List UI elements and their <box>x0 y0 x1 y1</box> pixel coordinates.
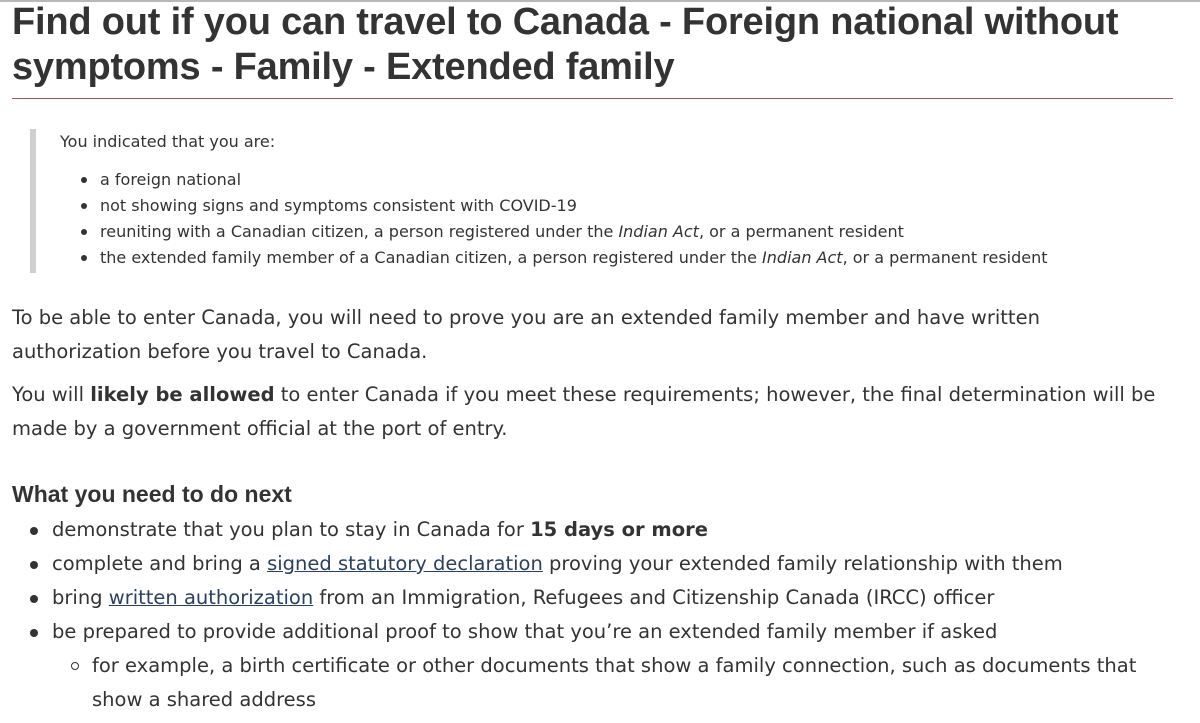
answers-summary: You indicated that you are: a foreign na… <box>30 129 1172 273</box>
act-name: Indian Act <box>762 248 843 267</box>
act-name: Indian Act <box>618 222 699 241</box>
next-step-item: be prepared to provide additional proof … <box>30 615 1172 717</box>
summary-item: reuniting with a Canadian citizen, a per… <box>81 219 1172 245</box>
likely-allowed-emphasis: likely be allowed <box>90 383 275 406</box>
summary-list: a foreign national not showing signs and… <box>60 167 1172 271</box>
determination-paragraph: You will likely be allowed to enter Cana… <box>12 383 1156 440</box>
summary-item: the extended family member of a Canadian… <box>81 245 1172 271</box>
summary-intro: You indicated that you are: <box>60 132 276 151</box>
next-step-item: demonstrate that you plan to stay in Can… <box>30 513 1172 547</box>
requirement-paragraph: To be able to enter Canada, you will nee… <box>12 306 1040 363</box>
summary-item: a foreign national <box>81 167 1172 193</box>
title-divider <box>12 98 1173 99</box>
next-steps-list: demonstrate that you plan to stay in Can… <box>12 513 1172 717</box>
stay-duration: 15 days or more <box>530 518 708 541</box>
page-title: Find out if you can travel to Canada - F… <box>12 1 1119 88</box>
next-steps-heading: What you need to do next <box>12 481 292 507</box>
main-content: Find out if you can travel to Canada - F… <box>12 0 1173 717</box>
proof-examples-list: for example, a birth certificate or othe… <box>52 649 1172 717</box>
statutory-declaration-link[interactable]: signed statutory declaration <box>267 552 543 575</box>
summary-item: not showing signs and symptoms consisten… <box>81 193 1172 219</box>
next-step-item: bring written authorization from an Immi… <box>30 581 1172 615</box>
written-authorization-link[interactable]: written authorization <box>109 586 313 609</box>
proof-example-item: for example, a birth certificate or othe… <box>71 649 1172 717</box>
next-step-item: complete and bring a signed statutory de… <box>30 547 1172 581</box>
